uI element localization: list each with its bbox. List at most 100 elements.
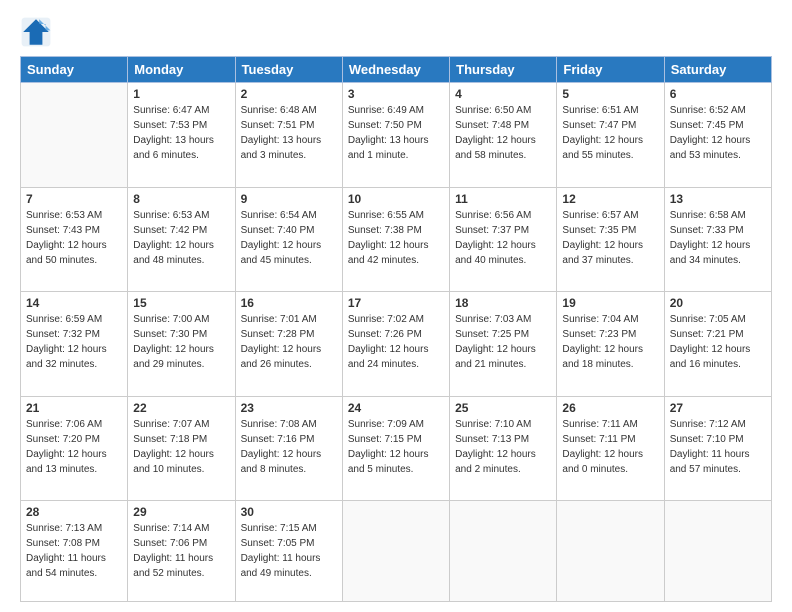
logo [20, 16, 58, 48]
day-cell [450, 501, 557, 602]
day-cell: 24 Sunrise: 7:09 AMSunset: 7:15 PMDayligh… [342, 396, 449, 501]
day-info: Sunrise: 7:04 AMSunset: 7:23 PMDaylight:… [562, 312, 658, 372]
week-row-2: 14 Sunrise: 6:59 AMSunset: 7:32 PMDayligh… [21, 292, 772, 397]
week-row-4: 28 Sunrise: 7:13 AMSunset: 7:08 PMDayligh… [21, 501, 772, 602]
day-header-friday: Friday [557, 57, 664, 83]
day-cell: 19 Sunrise: 7:04 AMSunset: 7:23 PMDayligh… [557, 292, 664, 397]
day-info: Sunrise: 6:53 AMSunset: 7:43 PMDaylight:… [26, 208, 122, 268]
day-info: Sunrise: 6:57 AMSunset: 7:35 PMDaylight:… [562, 208, 658, 268]
day-info: Sunrise: 7:03 AMSunset: 7:25 PMDaylight:… [455, 312, 551, 372]
day-info: Sunrise: 7:10 AMSunset: 7:13 PMDaylight:… [455, 417, 551, 477]
day-info: Sunrise: 7:05 AMSunset: 7:21 PMDaylight:… [670, 312, 766, 372]
day-number: 28 [26, 505, 122, 519]
day-cell: 13Sunrise: 6:58 AMSunset: 7:33 PMDayligh… [664, 187, 771, 292]
day-info: Sunrise: 6:55 AMSunset: 7:38 PMDaylight:… [348, 208, 444, 268]
day-info: Sunrise: 7:01 AMSunset: 7:28 PMDaylight:… [241, 312, 337, 372]
day-number: 16 [241, 296, 337, 310]
day-info: Sunrise: 7:02 AMSunset: 7:26 PMDaylight:… [348, 312, 444, 372]
week-row-0: 1 Sunrise: 6:47 AMSunset: 7:53 PMDaylight… [21, 83, 772, 188]
day-number: 4 [455, 87, 551, 101]
day-number: 10 [348, 192, 444, 206]
day-info: Sunrise: 7:08 AMSunset: 7:16 PMDaylight:… [241, 417, 337, 477]
day-cell [664, 501, 771, 602]
day-number: 11 [455, 192, 551, 206]
day-cell: 7 Sunrise: 6:53 AMSunset: 7:43 PMDaylight… [21, 187, 128, 292]
day-cell: 27 Sunrise: 7:12 AMSunset: 7:10 PMDayligh… [664, 396, 771, 501]
day-number: 20 [670, 296, 766, 310]
day-number: 17 [348, 296, 444, 310]
week-row-3: 21 Sunrise: 7:06 AMSunset: 7:20 PMDayligh… [21, 396, 772, 501]
day-number: 7 [26, 192, 122, 206]
day-cell: 5 Sunrise: 6:51 AMSunset: 7:47 PMDaylight… [557, 83, 664, 188]
day-header-wednesday: Wednesday [342, 57, 449, 83]
day-number: 30 [241, 505, 337, 519]
day-number: 3 [348, 87, 444, 101]
day-number: 13 [670, 192, 766, 206]
day-header-monday: Monday [128, 57, 235, 83]
day-info: Sunrise: 6:51 AMSunset: 7:47 PMDaylight:… [562, 103, 658, 163]
day-header-sunday: Sunday [21, 57, 128, 83]
day-number: 27 [670, 401, 766, 415]
day-info: Sunrise: 6:59 AMSunset: 7:32 PMDaylight:… [26, 312, 122, 372]
day-info: Sunrise: 7:15 AMSunset: 7:05 PMDaylight:… [241, 521, 337, 581]
day-cell: 11 Sunrise: 6:56 AMSunset: 7:37 PMDayligh… [450, 187, 557, 292]
logo-icon [20, 16, 52, 48]
day-info: Sunrise: 7:06 AMSunset: 7:20 PMDaylight:… [26, 417, 122, 477]
day-cell: 2 Sunrise: 6:48 AMSunset: 7:51 PMDaylight… [235, 83, 342, 188]
day-cell: 30 Sunrise: 7:15 AMSunset: 7:05 PMDayligh… [235, 501, 342, 602]
day-cell: 25 Sunrise: 7:10 AMSunset: 7:13 PMDayligh… [450, 396, 557, 501]
week-row-1: 7 Sunrise: 6:53 AMSunset: 7:43 PMDaylight… [21, 187, 772, 292]
day-cell: 18 Sunrise: 7:03 AMSunset: 7:25 PMDayligh… [450, 292, 557, 397]
day-cell: 9 Sunrise: 6:54 AMSunset: 7:40 PMDaylight… [235, 187, 342, 292]
day-cell: 1 Sunrise: 6:47 AMSunset: 7:53 PMDaylight… [128, 83, 235, 188]
day-header-tuesday: Tuesday [235, 57, 342, 83]
day-header-saturday: Saturday [664, 57, 771, 83]
day-info: Sunrise: 6:52 AMSunset: 7:45 PMDaylight:… [670, 103, 766, 163]
day-number: 5 [562, 87, 658, 101]
day-cell: 21 Sunrise: 7:06 AMSunset: 7:20 PMDayligh… [21, 396, 128, 501]
day-cell: 6Sunrise: 6:52 AMSunset: 7:45 PMDaylight… [664, 83, 771, 188]
day-cell [557, 501, 664, 602]
day-number: 15 [133, 296, 229, 310]
day-info: Sunrise: 7:12 AMSunset: 7:10 PMDaylight:… [670, 417, 766, 477]
day-cell: 26 Sunrise: 7:11 AMSunset: 7:11 PMDayligh… [557, 396, 664, 501]
day-info: Sunrise: 7:14 AMSunset: 7:06 PMDaylight:… [133, 521, 229, 581]
day-cell: 17 Sunrise: 7:02 AMSunset: 7:26 PMDayligh… [342, 292, 449, 397]
day-cell: 3Sunrise: 6:49 AMSunset: 7:50 PMDaylight… [342, 83, 449, 188]
day-cell: 23Sunrise: 7:08 AMSunset: 7:16 PMDayligh… [235, 396, 342, 501]
day-info: Sunrise: 6:54 AMSunset: 7:40 PMDaylight:… [241, 208, 337, 268]
day-number: 8 [133, 192, 229, 206]
day-number: 9 [241, 192, 337, 206]
day-info: Sunrise: 7:09 AMSunset: 7:15 PMDaylight:… [348, 417, 444, 477]
day-info: Sunrise: 7:11 AMSunset: 7:11 PMDaylight:… [562, 417, 658, 477]
day-number: 12 [562, 192, 658, 206]
day-cell [342, 501, 449, 602]
header [20, 16, 772, 48]
day-number: 1 [133, 87, 229, 101]
day-cell: 22Sunrise: 7:07 AMSunset: 7:18 PMDayligh… [128, 396, 235, 501]
day-cell: 10 Sunrise: 6:55 AMSunset: 7:38 PMDayligh… [342, 187, 449, 292]
day-number: 2 [241, 87, 337, 101]
day-info: Sunrise: 6:56 AMSunset: 7:37 PMDaylight:… [455, 208, 551, 268]
day-info: Sunrise: 6:47 AMSunset: 7:53 PMDaylight:… [133, 103, 229, 163]
day-number: 14 [26, 296, 122, 310]
day-number: 25 [455, 401, 551, 415]
day-number: 18 [455, 296, 551, 310]
day-number: 26 [562, 401, 658, 415]
day-cell: 4 Sunrise: 6:50 AMSunset: 7:48 PMDaylight… [450, 83, 557, 188]
day-number: 21 [26, 401, 122, 415]
day-info: Sunrise: 6:48 AMSunset: 7:51 PMDaylight:… [241, 103, 337, 163]
day-header-thursday: Thursday [450, 57, 557, 83]
day-cell: 15Sunrise: 7:00 AMSunset: 7:30 PMDayligh… [128, 292, 235, 397]
day-cell: 14 Sunrise: 6:59 AMSunset: 7:32 PMDayligh… [21, 292, 128, 397]
day-cell [21, 83, 128, 188]
day-number: 19 [562, 296, 658, 310]
calendar: SundayMondayTuesdayWednesdayThursdayFrid… [20, 56, 772, 602]
day-number: 24 [348, 401, 444, 415]
day-info: Sunrise: 7:13 AMSunset: 7:08 PMDaylight:… [26, 521, 122, 581]
day-info: Sunrise: 6:53 AMSunset: 7:42 PMDaylight:… [133, 208, 229, 268]
day-number: 29 [133, 505, 229, 519]
day-info: Sunrise: 7:07 AMSunset: 7:18 PMDaylight:… [133, 417, 229, 477]
day-cell: 8 Sunrise: 6:53 AMSunset: 7:42 PMDaylight… [128, 187, 235, 292]
day-info: Sunrise: 6:50 AMSunset: 7:48 PMDaylight:… [455, 103, 551, 163]
